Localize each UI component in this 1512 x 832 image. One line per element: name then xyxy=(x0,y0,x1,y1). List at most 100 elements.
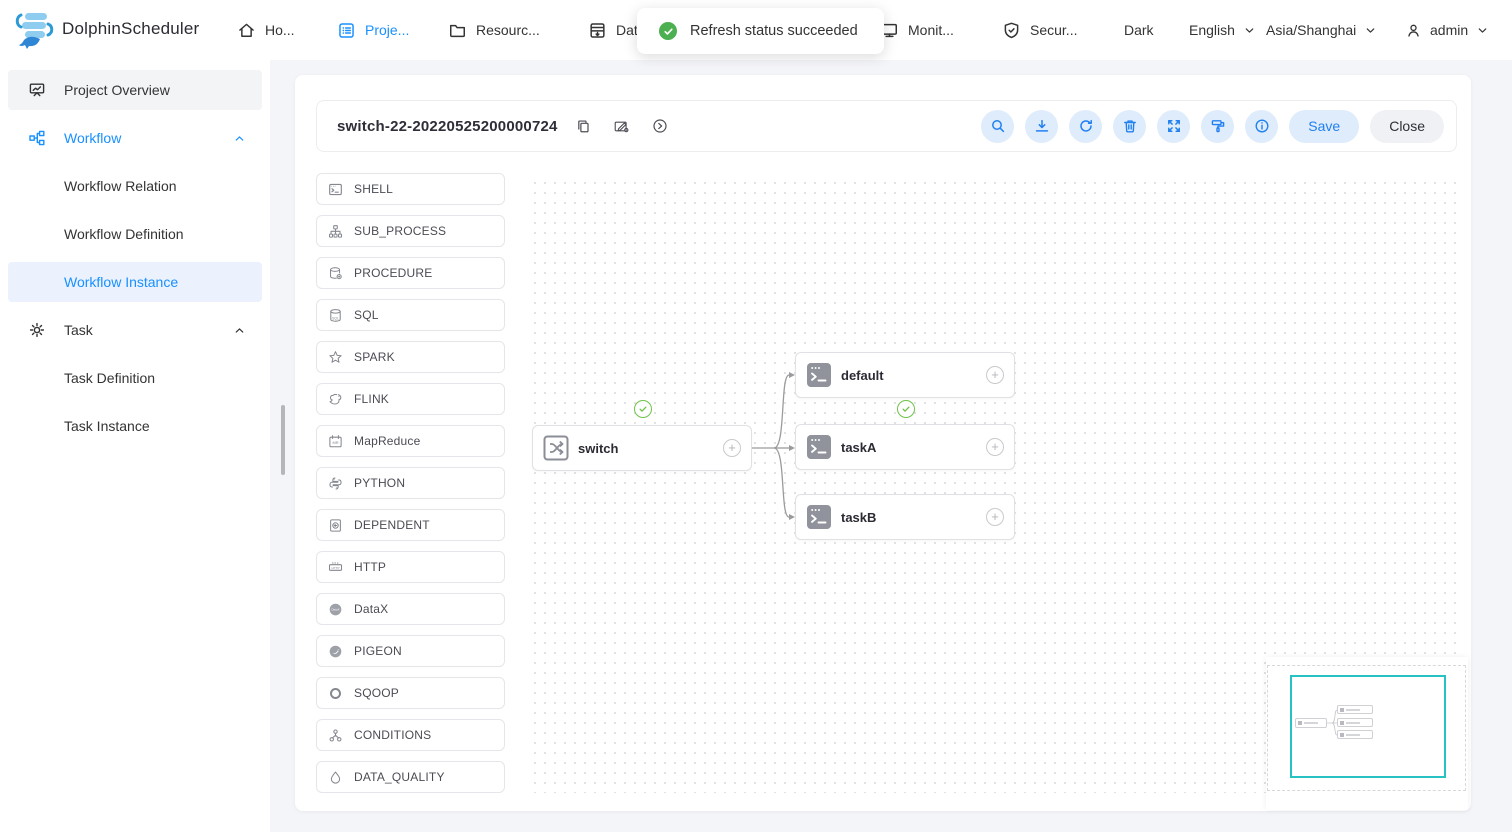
dag-node-taskA[interactable]: taskA + xyxy=(795,424,1015,470)
minimap-edges xyxy=(1292,677,1448,780)
user-menu[interactable]: admin xyxy=(1405,0,1489,60)
play-circle-icon[interactable] xyxy=(652,118,668,134)
dolphinscheduler-logo-icon xyxy=(12,7,56,51)
node-label: default xyxy=(841,368,884,383)
minimap-viewport[interactable] xyxy=(1290,675,1446,778)
python-icon xyxy=(328,476,343,491)
sidebar-item-label: Task Definition xyxy=(64,370,155,386)
task-type-datax[interactable]: DataX DataX xyxy=(316,593,505,625)
data-quality-drop-icon xyxy=(328,770,343,785)
task-type-label: PROCEDURE xyxy=(354,266,432,280)
dag-node-default[interactable]: default + xyxy=(795,352,1015,398)
sidebar-item-workflow-relation[interactable]: Workflow Relation xyxy=(8,166,262,206)
task-type-pigeon[interactable]: PIGEON xyxy=(316,635,505,667)
download-button[interactable] xyxy=(1025,110,1058,143)
workflow-instance-title: switch-22-20220525200000724 xyxy=(337,118,558,135)
user-icon xyxy=(1405,22,1422,39)
dependent-icon xyxy=(328,518,343,533)
projects-icon xyxy=(337,21,356,40)
success-status-icon xyxy=(634,400,652,418)
fullscreen-button[interactable] xyxy=(1157,110,1190,143)
task-type-label: SUB_PROCESS xyxy=(354,224,446,238)
dag-node-switch[interactable]: switch + xyxy=(532,425,752,471)
add-connection-icon[interactable]: + xyxy=(723,439,741,457)
sidebar-item-label: Workflow Relation xyxy=(64,178,177,194)
task-type-spark[interactable]: SPARK xyxy=(316,341,505,373)
task-type-sqoop[interactable]: SQOOP xyxy=(316,677,505,709)
format-layout-button[interactable] xyxy=(1201,110,1234,143)
task-type-label: PIGEON xyxy=(354,644,402,658)
timezone-selector[interactable]: Asia/Shanghai xyxy=(1266,0,1377,60)
refresh-button[interactable] xyxy=(1069,110,1102,143)
delete-button[interactable] xyxy=(1113,110,1146,143)
task-type-http[interactable]: HTTP HTTP xyxy=(316,551,505,583)
username-label: admin xyxy=(1430,22,1468,38)
save-button[interactable]: Save xyxy=(1289,110,1359,143)
copy-name-icon[interactable] xyxy=(576,119,591,134)
task-type-shell[interactable]: SHELL xyxy=(316,173,505,205)
task-type-python[interactable]: PYTHON xyxy=(316,467,505,499)
nav-item-label: Ho... xyxy=(265,22,295,38)
task-type-sub-process[interactable]: SUB_PROCESS xyxy=(316,215,505,247)
flink-squirrel-icon xyxy=(328,392,343,407)
minimap-node xyxy=(1337,718,1373,727)
sidebar-scrollbar[interactable] xyxy=(281,405,285,475)
task-type-label: DataX xyxy=(354,602,388,616)
sidebar-item-task[interactable]: Task xyxy=(8,310,262,350)
nav-item-security[interactable]: Secur... xyxy=(1002,0,1077,60)
dag-panel: switch-22-20220525200000724 xyxy=(295,75,1471,811)
dag-node-taskB[interactable]: taskB + xyxy=(795,494,1015,540)
chevron-down-icon xyxy=(1243,24,1256,37)
theme-toggle-label: Dark xyxy=(1124,22,1154,38)
task-type-flink[interactable]: FLINK xyxy=(316,383,505,415)
shield-check-icon xyxy=(1002,21,1021,40)
task-type-data-quality[interactable]: DATA_QUALITY xyxy=(316,761,505,793)
svg-text:DataX: DataX xyxy=(331,607,339,611)
datax-icon: DataX xyxy=(328,602,343,617)
sidebar-item-label: Workflow Definition xyxy=(64,226,184,242)
toast-message: Refresh status succeeded xyxy=(690,23,858,39)
nav-item-resources[interactable]: Resourc... xyxy=(448,0,540,60)
sidebar-item-project-overview[interactable]: Project Overview xyxy=(8,70,262,110)
search-button[interactable] xyxy=(981,110,1014,143)
language-selector[interactable]: English xyxy=(1189,0,1256,60)
task-type-procedure[interactable]: PROCEDURE xyxy=(316,257,505,289)
folder-icon xyxy=(448,21,467,40)
shell-task-icon xyxy=(806,504,832,530)
spark-star-icon xyxy=(328,350,343,365)
close-button[interactable]: Close xyxy=(1370,110,1444,143)
add-connection-icon[interactable]: + xyxy=(986,438,1004,456)
add-connection-icon[interactable]: + xyxy=(986,366,1004,384)
info-button[interactable] xyxy=(1245,110,1278,143)
task-type-mapreduce[interactable]: MR MapReduce xyxy=(316,425,505,457)
task-type-sql[interactable]: SQL SQL xyxy=(316,299,505,331)
switch-task-icon xyxy=(543,435,569,461)
sidebar-item-label: Project Overview xyxy=(64,82,170,98)
sidebar-item-workflow-instance[interactable]: Workflow Instance xyxy=(8,262,262,302)
sidebar-item-workflow[interactable]: Workflow xyxy=(8,118,262,158)
task-type-conditions[interactable]: CONDITIONS xyxy=(316,719,505,751)
success-check-icon xyxy=(659,22,677,40)
edit-format-icon[interactable] xyxy=(613,119,630,134)
app-logo[interactable]: DolphinScheduler xyxy=(12,7,199,51)
nav-item-monitor[interactable]: Monit... xyxy=(880,0,954,60)
minimap-node xyxy=(1295,718,1327,728)
task-type-dependent[interactable]: DEPENDENT xyxy=(316,509,505,541)
task-type-label: SPARK xyxy=(354,350,395,364)
sidebar-item-workflow-definition[interactable]: Workflow Definition xyxy=(8,214,262,254)
add-connection-icon[interactable]: + xyxy=(986,508,1004,526)
theme-toggle[interactable]: Dark xyxy=(1124,0,1154,60)
task-type-label: SQOOP xyxy=(354,686,399,700)
svg-text:HTTP: HTTP xyxy=(331,566,339,570)
task-type-label: DEPENDENT xyxy=(354,518,430,532)
home-icon xyxy=(237,21,256,40)
sidebar-item-task-definition[interactable]: Task Definition xyxy=(8,358,262,398)
sidebar-item-task-instance[interactable]: Task Instance xyxy=(8,406,262,446)
nav-item-projects[interactable]: Proje... xyxy=(337,0,409,60)
dag-minimap[interactable] xyxy=(1266,657,1468,810)
conditions-icon xyxy=(328,728,343,743)
svg-text:MR: MR xyxy=(332,440,338,445)
nav-item-home[interactable]: Ho... xyxy=(237,0,295,60)
shell-task-icon xyxy=(806,362,832,388)
sql-icon: SQL xyxy=(328,308,343,323)
